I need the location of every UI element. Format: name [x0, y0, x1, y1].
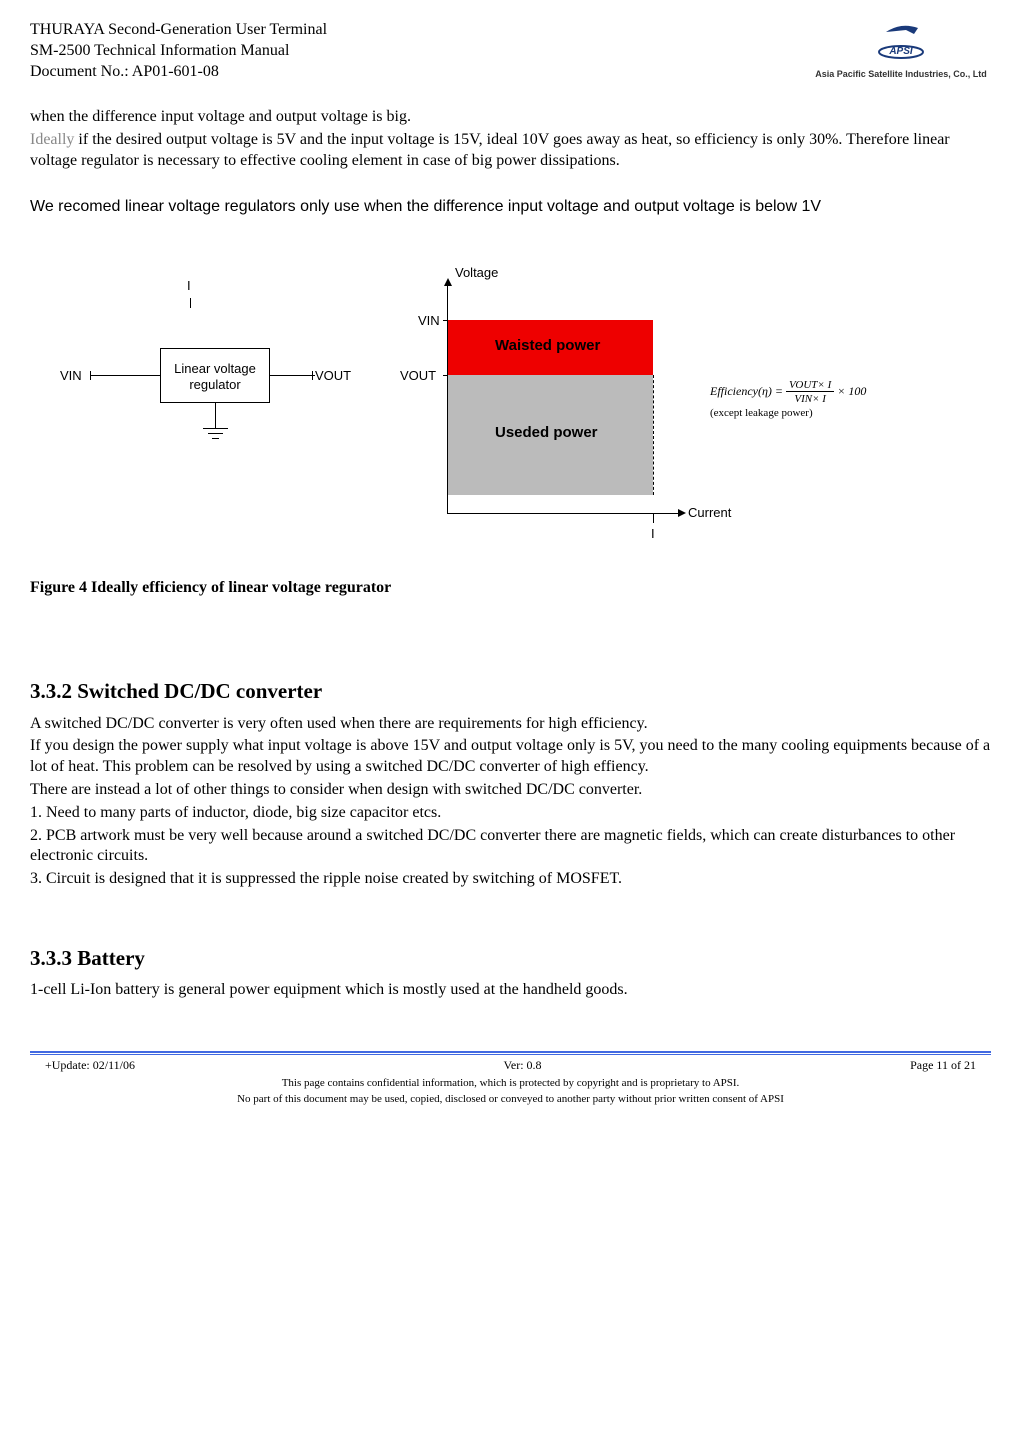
intro-p3: We recomed linear voltage regulators onl… — [30, 197, 991, 218]
vin-left-label: VIN — [60, 368, 82, 385]
section-332-p1: A switched DC/DC converter is very often… — [30, 714, 991, 735]
vin-term — [90, 371, 91, 380]
vout-term — [312, 371, 313, 380]
footer-page: Page 11 of 21 — [910, 1058, 976, 1074]
footer-row: +Update: 02/11/06 Ver: 0.8 Page 11 of 21 — [30, 1058, 991, 1074]
vout-left-label: VOUT — [315, 368, 351, 385]
i-tick — [190, 298, 191, 308]
voltage-axis-label: Voltage — [455, 265, 498, 282]
section-332-li1: 1. Need to many parts of inductor, diode… — [30, 803, 991, 824]
efficiency-chart: Voltage VIN VOUT Waisted power Useded po… — [400, 268, 670, 543]
section-332-li2: 2. PCB artwork must be very well because… — [30, 826, 991, 868]
section-332-heading: 3.3.2 Switched DC/DC converter — [30, 678, 991, 705]
svg-text:APSI: APSI — [888, 46, 913, 57]
page-footer: +Update: 02/11/06 Ver: 0.8 Page 11 of 21… — [30, 1051, 991, 1106]
vin-line — [90, 375, 160, 376]
header-title-2: SM-2500 Technical Information Manual — [30, 41, 327, 62]
company-logo-text: Asia Pacific Satellite Industries, Co., … — [811, 69, 991, 81]
i-label-top: I — [187, 278, 191, 295]
vout-axis-label: VOUT — [400, 368, 436, 385]
figure-4: VIN Linear voltage regulator VOUT I Volt… — [30, 248, 991, 568]
section-333-heading: 3.3.3 Battery — [30, 945, 991, 972]
section-332-p3: There are instead a lot of other things … — [30, 780, 991, 801]
regulator-box: Linear voltage regulator — [160, 348, 270, 403]
intro-p2: Ideally if the desired output voltage is… — [30, 130, 991, 172]
efficiency-lhs: Efficiency(η) = — [710, 384, 783, 398]
footer-note-2: No part of this document may be used, co… — [30, 1092, 991, 1106]
ideally-word: Ideally — [30, 131, 74, 148]
section-332-p2: If you design the power supply what inpu… — [30, 736, 991, 778]
header-doc-no: Document No.: AP01-601-08 — [30, 62, 327, 83]
intro-p1: when the difference input voltage and ou… — [30, 107, 991, 128]
vin-axis-label: VIN — [418, 313, 440, 330]
vout-line — [270, 375, 315, 376]
footer-update: +Update: 02/11/06 — [45, 1058, 135, 1074]
header-left: THURAYA Second-Generation User Terminal … — [30, 20, 327, 82]
section-333-p1: 1-cell Li-Ion battery is general power e… — [30, 980, 991, 1001]
footer-version: Ver: 0.8 — [504, 1058, 542, 1074]
apsi-logo-icon: APSI — [876, 20, 926, 60]
footer-note-1: This page contains confidential informat… — [30, 1076, 991, 1090]
y-axis-arrow-icon — [444, 278, 452, 286]
useded-label: Useded power — [495, 423, 598, 443]
frac-numerator: VOUT× I — [786, 379, 834, 392]
times-100: × 100 — [837, 384, 866, 398]
i-tick-x — [653, 513, 654, 523]
company-logo: APSI Asia Pacific Satellite Industries, … — [811, 20, 991, 80]
footer-divider — [30, 1051, 991, 1055]
i-label-x: I — [651, 526, 655, 543]
efficiency-equation: Efficiency(η) = VOUT× I VIN× I × 100 (ex… — [710, 378, 866, 421]
x-axis-arrow-icon — [678, 509, 686, 517]
frac-denominator: VIN× I — [794, 393, 826, 405]
except-note: (except leakage power) — [710, 406, 866, 420]
efficiency-fraction: VOUT× I VIN× I — [786, 378, 834, 407]
header-title-1: THURAYA Second-Generation User Terminal — [30, 20, 327, 41]
section-332-li3: 3. Circuit is designed that it is suppre… — [30, 869, 991, 890]
waisted-label: Waisted power — [495, 336, 600, 356]
page-header: THURAYA Second-Generation User Terminal … — [30, 20, 991, 82]
figure-4-caption: Figure 4 Ideally efficiency of linear vo… — [30, 578, 991, 599]
intro-p2-rest: if the desired output voltage is 5V and … — [30, 131, 950, 169]
x-axis — [447, 513, 682, 514]
dashed-vertical — [653, 375, 655, 495]
current-axis-label: Current — [688, 505, 731, 522]
